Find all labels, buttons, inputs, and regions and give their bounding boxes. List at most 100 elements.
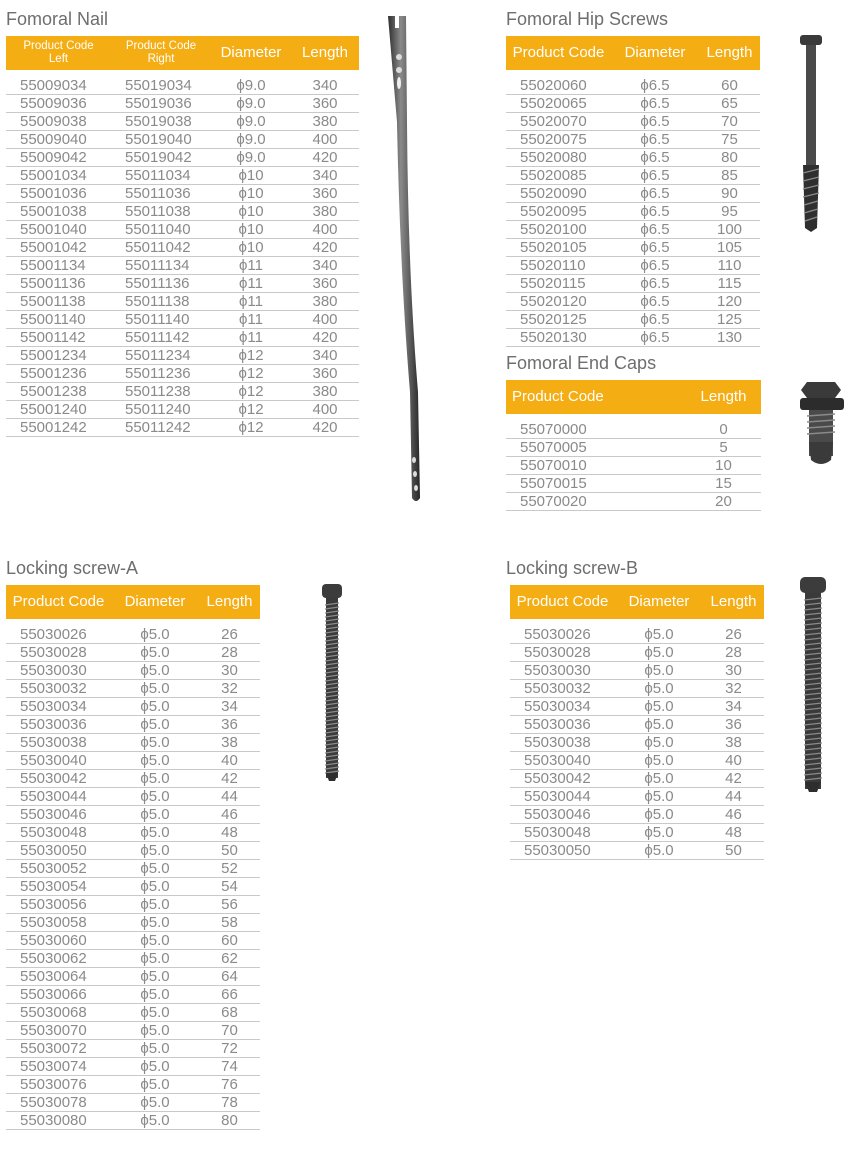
table-row: 55020120 ϕ6.5 120 xyxy=(506,292,760,311)
diameter-cell: ϕ10 xyxy=(211,202,291,221)
diameter-cell: ϕ11 xyxy=(211,292,291,311)
caps-body: 55070000 0 55070005 5 55070010 10 55070015 15 55… xyxy=(506,414,761,511)
lock-b-title: Locking screw-B xyxy=(506,558,639,578)
table-row: 55009036 55019036 ϕ9.0 360 xyxy=(6,94,359,113)
length-cell: 420 xyxy=(291,328,359,347)
length-cell: 340 xyxy=(291,166,359,185)
diameter-cell: ϕ5.0 xyxy=(111,1111,199,1130)
length-cell: 360 xyxy=(291,274,359,293)
length-cell: 80 xyxy=(699,148,760,167)
code-cell: 55030040 xyxy=(6,751,111,770)
code-cell: 55030026 xyxy=(510,626,615,644)
table-row: 55030040 ϕ5.0 40 xyxy=(510,751,764,770)
code-cell: 55070020 xyxy=(506,492,686,511)
diameter-cell: ϕ5.0 xyxy=(111,733,199,752)
table-row: 55030064 ϕ5.0 64 xyxy=(6,967,260,986)
length-cell: 340 xyxy=(291,77,359,95)
table-row: 55020085 ϕ6.5 85 xyxy=(506,166,760,185)
table-row: 55020080 ϕ6.5 80 xyxy=(506,148,760,167)
diameter-cell: ϕ5.0 xyxy=(111,1039,199,1058)
length-cell: 400 xyxy=(291,220,359,239)
diameter-cell: ϕ5.0 xyxy=(111,823,199,842)
caps-header-row: Product Code Length xyxy=(506,380,761,414)
lock-a-header-row: Product Code Diameter Length xyxy=(6,585,260,619)
table-row: 55001042 55011042 ϕ10 420 xyxy=(6,238,359,257)
table-row: 55030038 ϕ5.0 38 xyxy=(6,733,260,752)
table-row: 55001134 55011134 ϕ11 340 xyxy=(6,256,359,275)
table-row: 55001038 55011038 ϕ10 380 xyxy=(6,202,359,221)
length-cell: 38 xyxy=(703,733,764,752)
code-cell: 55030036 xyxy=(6,715,111,734)
length-cell: 90 xyxy=(699,184,760,203)
code-cell: 55020130 xyxy=(506,328,611,347)
nail-body: 55009034 55019034 ϕ9.0 340 55009036 55019036 ϕ… xyxy=(6,70,359,437)
table-row: 55030044 ϕ5.0 44 xyxy=(6,787,260,806)
table-row: 55070020 20 xyxy=(506,492,761,511)
code-right-cell: 55011234 xyxy=(111,346,211,365)
table-row: 55030032 ϕ5.0 32 xyxy=(6,679,260,698)
code-cell: 55020100 xyxy=(506,220,611,239)
diameter-cell: ϕ10 xyxy=(211,184,291,203)
header-length: Length xyxy=(199,585,260,619)
table-row: 55001142 55011142 ϕ11 420 xyxy=(6,328,359,347)
header-code: Product Code xyxy=(506,36,611,70)
length-cell: 40 xyxy=(199,751,260,770)
code-cell: 55030044 xyxy=(510,787,615,806)
code-right-cell: 55011236 xyxy=(111,364,211,383)
table-row: 55001136 55011136 ϕ11 360 xyxy=(6,274,359,293)
diameter-cell: ϕ5.0 xyxy=(615,679,703,698)
code-cell: 55030076 xyxy=(6,1075,111,1094)
code-cell: 55030042 xyxy=(6,769,111,788)
diameter-cell: ϕ9.0 xyxy=(211,112,291,131)
code-left-cell: 55009042 xyxy=(6,148,111,167)
code-cell: 55030048 xyxy=(510,823,615,842)
length-cell: 60 xyxy=(699,77,760,95)
nail-table: Product Code Left Product Code Right Diame… xyxy=(6,36,359,437)
diameter-cell: ϕ6.5 xyxy=(611,292,699,311)
spacer-row xyxy=(6,619,260,626)
diameter-cell: ϕ5.0 xyxy=(111,679,199,698)
diameter-cell: ϕ12 xyxy=(211,400,291,419)
diameter-cell: ϕ5.0 xyxy=(111,715,199,734)
code-cell: 55030066 xyxy=(6,985,111,1004)
diameter-cell: ϕ5.0 xyxy=(111,1093,199,1112)
diameter-cell: ϕ12 xyxy=(211,364,291,383)
diameter-cell: ϕ11 xyxy=(211,274,291,293)
header-diameter: Diameter xyxy=(611,36,699,70)
code-left-cell: 55001034 xyxy=(6,166,111,185)
code-right-cell: 55011034 xyxy=(111,166,211,185)
code-left-cell: 55001134 xyxy=(6,256,111,275)
header-code-left: Product Code Left xyxy=(6,36,111,70)
header-diameter: Diameter xyxy=(615,585,703,619)
table-row: 55030074 ϕ5.0 74 xyxy=(6,1057,260,1076)
lock-a-title: Locking screw-A xyxy=(6,558,139,578)
code-cell: 55030040 xyxy=(510,751,615,770)
code-cell: 55030070 xyxy=(6,1021,111,1040)
length-cell: 80 xyxy=(199,1111,260,1130)
code-cell: 55030042 xyxy=(510,769,615,788)
nail-section: Fomoral Nail Product Code Left Product Co… xyxy=(6,7,359,437)
spacer-row xyxy=(506,70,760,77)
code-cell: 55030078 xyxy=(6,1093,111,1112)
length-cell: 360 xyxy=(291,364,359,383)
code-left-cell: 55001036 xyxy=(6,184,111,203)
length-cell: 110 xyxy=(699,256,760,275)
table-row: 55020060 ϕ6.5 60 xyxy=(506,77,760,95)
nail-title: Fomoral Nail xyxy=(6,9,109,29)
table-row: 55030054 ϕ5.0 54 xyxy=(6,877,260,896)
table-row: 55030072 ϕ5.0 72 xyxy=(6,1039,260,1058)
header-length: Length xyxy=(699,36,760,70)
end-cap-image xyxy=(800,382,844,464)
diameter-cell: ϕ10 xyxy=(211,238,291,257)
diameter-cell: ϕ5.0 xyxy=(111,1021,199,1040)
code-cell: 55030028 xyxy=(6,643,111,662)
diameter-cell: ϕ5.0 xyxy=(615,661,703,680)
code-right-cell: 55011242 xyxy=(111,418,211,437)
code-cell: 55030074 xyxy=(6,1057,111,1076)
code-cell: 55070010 xyxy=(506,456,686,475)
table-row: 55001242 55011242 ϕ12 420 xyxy=(6,418,359,437)
diameter-cell: ϕ11 xyxy=(211,256,291,275)
diameter-cell: ϕ5.0 xyxy=(111,751,199,770)
length-cell: 30 xyxy=(199,661,260,680)
diameter-cell: ϕ6.5 xyxy=(611,328,699,347)
